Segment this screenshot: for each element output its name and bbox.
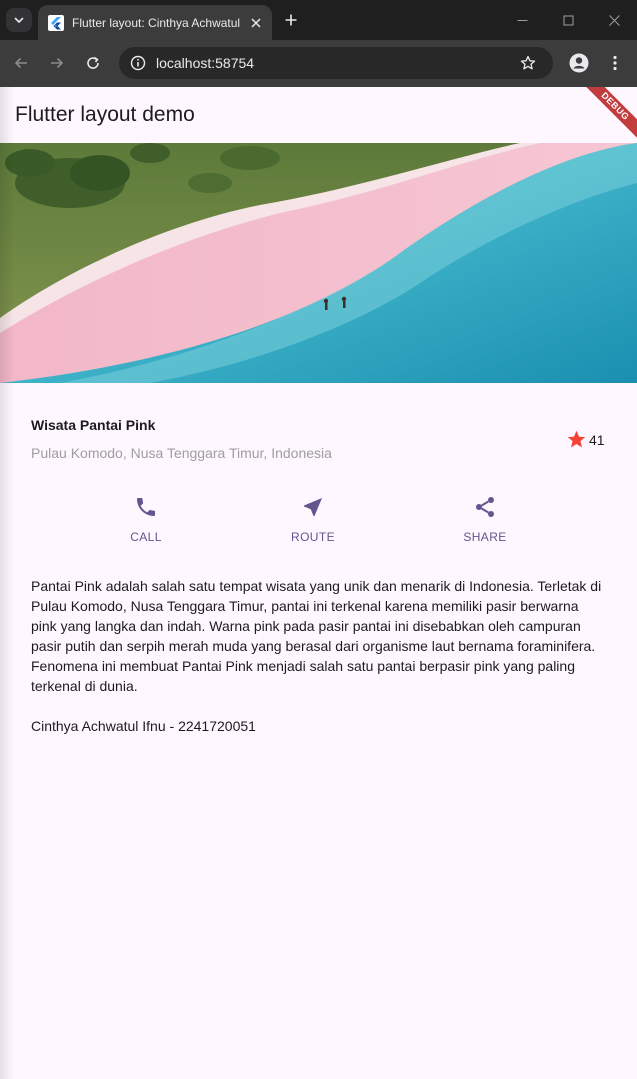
arrow-left-icon: [14, 57, 27, 69]
tab-title: Flutter layout: Cinthya Achwatul Ifnu - …: [72, 15, 242, 30]
call-label: CALL: [130, 530, 162, 544]
account-icon: [569, 53, 589, 73]
info-icon: [130, 55, 146, 71]
new-tab-button[interactable]: [282, 11, 300, 29]
close-icon: [251, 17, 261, 28]
browser-tabstrip: Flutter layout: Cinthya Achwatul Ifnu - …: [0, 0, 637, 40]
tab-search-button[interactable]: [6, 8, 32, 32]
reload-icon: [87, 56, 99, 69]
arrow-right-icon: [51, 57, 64, 69]
rating: 41: [566, 429, 605, 450]
route-label: ROUTE: [291, 530, 335, 544]
tab-close-button[interactable]: [248, 15, 264, 31]
browser-tab-active[interactable]: Flutter layout: Cinthya Achwatul Ifnu - …: [38, 5, 272, 40]
place-name: Wisata Pantai Pink: [31, 417, 156, 433]
maximize-button[interactable]: [555, 8, 581, 32]
close-window-icon: [608, 14, 620, 26]
title-section: Wisata Pantai Pink Pulau Komodo, Nusa Te…: [0, 383, 637, 479]
browser-menu-button[interactable]: [604, 52, 626, 74]
address-bar[interactable]: localhost:58754: [119, 47, 553, 79]
site-info-button[interactable]: [127, 52, 149, 74]
button-section: CALL ROUTE SHARE: [0, 495, 637, 544]
url-text: localhost:58754: [156, 55, 255, 71]
rating-count: 41: [589, 431, 605, 448]
app-bar: Flutter layout demo: [0, 87, 637, 143]
maximize-icon: [563, 15, 573, 25]
forward-button[interactable]: [46, 52, 68, 74]
share-label: SHARE: [463, 530, 507, 544]
beach-photo: [0, 143, 637, 383]
route-button[interactable]: ROUTE: [273, 495, 353, 544]
minimize-icon: [517, 19, 527, 21]
place-location: Pulau Komodo, Nusa Tenggara Timur, Indon…: [31, 445, 332, 461]
app-bar-title: Flutter layout demo: [15, 103, 195, 126]
hero-image: [0, 143, 637, 383]
browser-toolbar: localhost:58754: [0, 40, 637, 87]
call-button[interactable]: CALL: [106, 495, 186, 544]
more-vert-icon: [613, 55, 617, 71]
near-me-icon: [304, 498, 322, 516]
chevron-down-icon: [14, 17, 24, 24]
author-text: Cinthya Achwatul Ifnu - 2241720051: [31, 718, 256, 734]
share-icon: [476, 497, 494, 517]
text-section: Pantai Pink adalah salah satu tempat wis…: [31, 576, 607, 736]
star-icon: [567, 430, 586, 448]
share-button[interactable]: SHARE: [445, 495, 525, 544]
flutter-app: Flutter layout demo DEBUG Wisata Pantai …: [0, 87, 637, 1079]
star-outline-icon: [520, 55, 536, 70]
plus-icon: [285, 14, 297, 26]
reload-button[interactable]: [82, 52, 104, 74]
minimize-button[interactable]: [509, 8, 535, 32]
phone-icon: [137, 498, 155, 516]
profile-button[interactable]: [568, 52, 590, 74]
close-window-button[interactable]: [601, 8, 627, 32]
bookmark-button[interactable]: [517, 52, 539, 74]
flutter-favicon-icon: [48, 14, 64, 31]
back-button[interactable]: [10, 52, 32, 74]
description-text: Pantai Pink adalah salah satu tempat wis…: [31, 578, 602, 694]
